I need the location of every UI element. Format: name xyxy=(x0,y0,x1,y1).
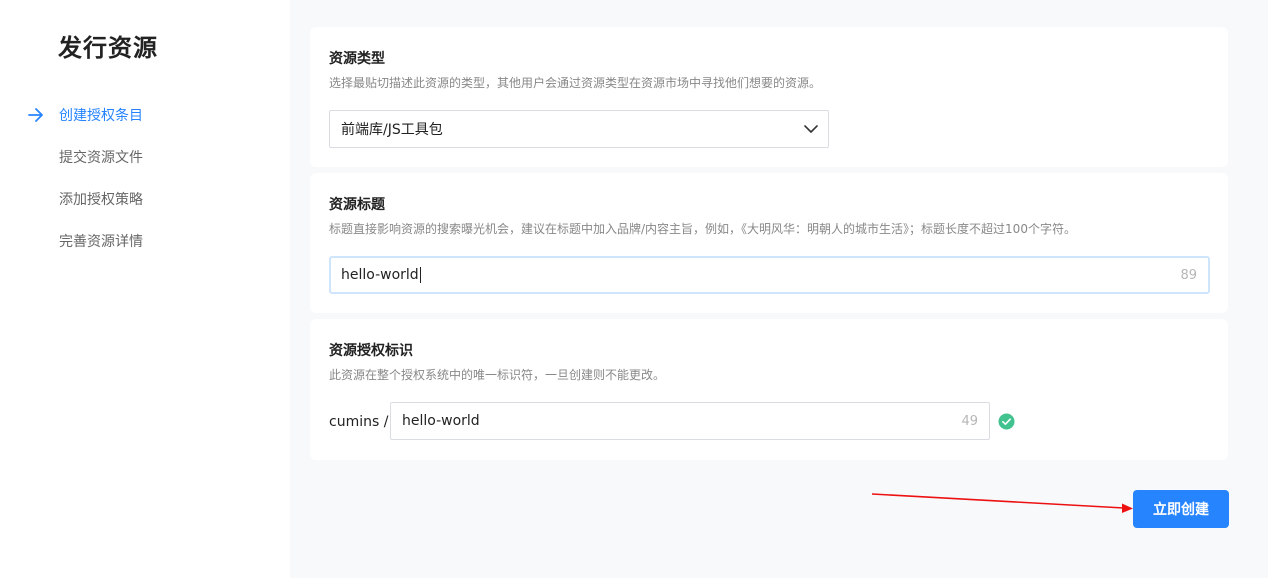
step-label: 提交资源文件 xyxy=(59,150,143,166)
resource-title-input[interactable]: hello-world 89 xyxy=(329,256,1210,294)
resource-id-input[interactable]: hello-world 49 xyxy=(390,402,990,440)
resource-type-description: 选择最贴切描述此资源的类型，其他用户会通过资源类型在资源市场中寻找他们想要的资源… xyxy=(329,76,822,90)
resource-type-value: 前端库/JS工具包 xyxy=(341,122,443,138)
step-label: 完善资源详情 xyxy=(59,234,143,250)
check-circle-icon xyxy=(998,413,1015,430)
resource-id-heading: 资源授权标识 xyxy=(329,343,413,359)
resource-id-description: 此资源在整个授权系统中的唯一标识符，一旦创建则不能更改。 xyxy=(329,368,666,382)
main-form: 资源类型 选择最贴切描述此资源的类型，其他用户会通过资源类型在资源市场中寻找他们… xyxy=(310,0,1228,578)
resource-type-select[interactable]: 前端库/JS工具包 xyxy=(329,110,829,148)
step-nav: 创建授权条目 提交资源文件 添加授权策略 完善资源详情 xyxy=(0,94,290,262)
resource-type-heading: 资源类型 xyxy=(329,51,385,67)
resource-id-card: 资源授权标识 此资源在整个授权系统中的唯一标识符，一旦创建则不能更改。 cumi… xyxy=(310,319,1228,460)
chevron-down-icon xyxy=(804,125,818,133)
resource-title-card: 资源标题 标题直接影响资源的搜索曝光机会，建议在标题中加入品牌/内容主旨，例如，… xyxy=(310,173,1228,313)
resource-id-value: hello-world xyxy=(402,413,480,429)
create-now-button[interactable]: 立即创建 xyxy=(1133,490,1229,528)
step-add-policy[interactable]: 添加授权策略 xyxy=(0,178,290,220)
resource-id-counter: 49 xyxy=(961,413,978,429)
step-complete-details[interactable]: 完善资源详情 xyxy=(0,220,290,262)
arrow-right-icon xyxy=(28,108,43,122)
resource-title-heading: 资源标题 xyxy=(329,197,385,213)
resource-type-card: 资源类型 选择最贴切描述此资源的类型，其他用户会通过资源类型在资源市场中寻找他们… xyxy=(310,27,1228,167)
page-title: 发行资源 xyxy=(58,34,158,62)
step-label: 添加授权策略 xyxy=(59,192,143,208)
step-submit-file[interactable]: 提交资源文件 xyxy=(0,136,290,178)
resource-id-prefix: cumins / xyxy=(329,414,389,430)
sidebar: 发行资源 创建授权条目 提交资源文件 添加授权策略 完善资源详情 xyxy=(0,0,290,578)
resource-title-description: 标题直接影响资源的搜索曝光机会，建议在标题中加入品牌/内容主旨，例如，《大明风华… xyxy=(329,222,1076,236)
resource-title-value: hello-world xyxy=(341,267,419,283)
step-label: 创建授权条目 xyxy=(59,108,143,124)
resource-title-counter: 89 xyxy=(1180,267,1197,283)
text-cursor xyxy=(419,267,421,283)
step-create-entry[interactable]: 创建授权条目 xyxy=(0,94,290,136)
